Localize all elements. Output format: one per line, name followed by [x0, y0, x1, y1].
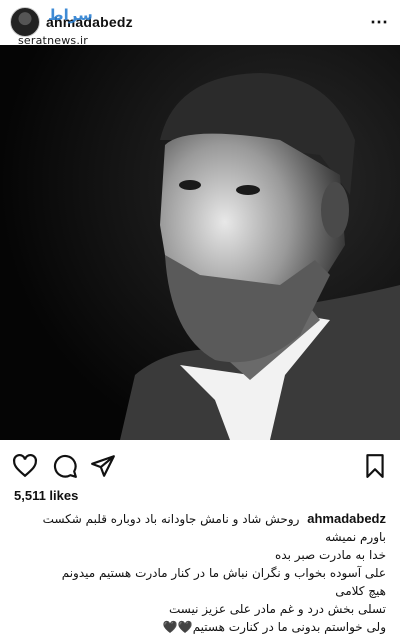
post-caption: ahmadabedz روحش شاد و نامش جاودانه باد د…: [14, 510, 386, 636]
caption-line-1: ahmadabedz روحش شاد و نامش جاودانه باد د…: [42, 511, 386, 526]
bookmark-icon[interactable]: [362, 453, 388, 479]
likes-count[interactable]: 5,511 likes: [14, 488, 78, 503]
caption-line-5: هیچ کلامی: [335, 584, 386, 598]
post-actions: [0, 447, 400, 483]
watermark-logo: سراط: [48, 6, 93, 24]
avatar[interactable]: [10, 7, 40, 37]
caption-line-6: تسلی بخش درد و غم مادر علی عزیز نیست: [168, 602, 386, 616]
post-photo[interactable]: [0, 45, 400, 440]
caption-username[interactable]: ahmadabedz: [307, 511, 386, 526]
caption-line-3: خدا به مادرت صبر بده: [275, 548, 386, 562]
caption-line-7: ولی خواستم بدونی ما در کنارت هستیم🖤🖤: [162, 620, 386, 634]
comment-icon[interactable]: [52, 453, 78, 479]
caption-line-2: باورم نمیشه: [325, 530, 386, 544]
share-icon[interactable]: [90, 453, 116, 479]
heart-icon[interactable]: [12, 453, 38, 479]
caption-line-4: علی آسوده بخواب و نگران نباش ما در کنار …: [61, 566, 386, 580]
more-options-icon[interactable]: ⋯: [370, 13, 388, 31]
